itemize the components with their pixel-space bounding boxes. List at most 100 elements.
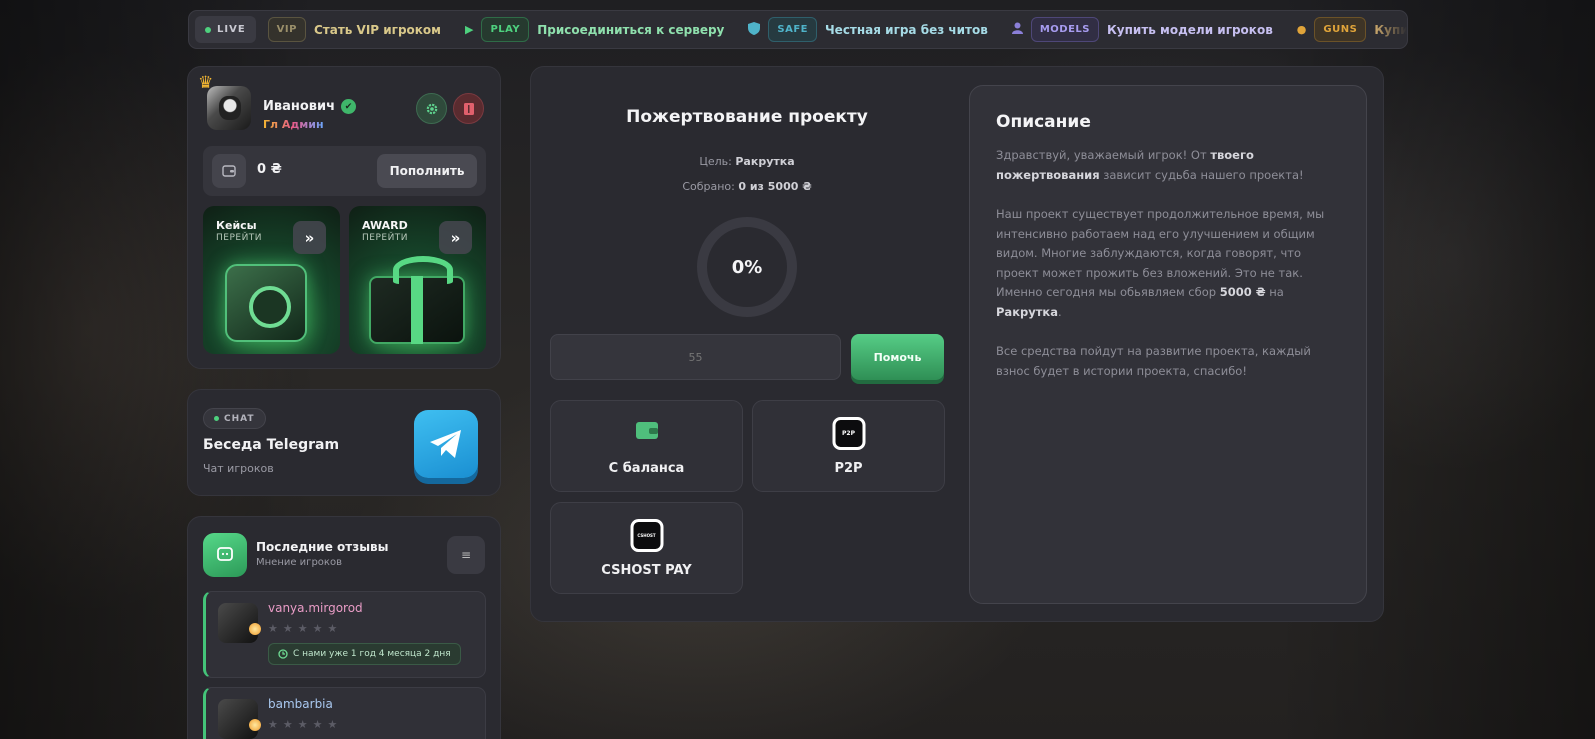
cshost-logo-icon: CSHOST — [630, 519, 663, 552]
description-text: зависит судьба нашего проекта! — [1099, 167, 1304, 182]
p2p-logo-icon: P2P — [832, 417, 865, 450]
balance-value: 0 ₴ — [257, 162, 282, 177]
review-name: vanya.mirgorod — [268, 601, 363, 615]
review-avatar — [218, 699, 261, 739]
donation-title: Пожертвование проекту — [626, 107, 868, 127]
gift-icon — [369, 256, 465, 344]
ticker-text-play: Присоединиться к серверу — [537, 22, 725, 37]
door-exit-icon — [463, 102, 474, 115]
double-chevron-right-icon: » — [304, 228, 315, 247]
user-role: Гл Админ — [263, 118, 324, 131]
telegram-title: Беседа Telegram — [203, 437, 340, 453]
ticker-tag-play: PLAY — [481, 17, 530, 42]
review-stars: ★★★★★ — [268, 718, 343, 731]
donation-collected: Собрано: 0 из 5000 ₴ — [531, 180, 963, 193]
description-paragraph-3: Все средства пойдут на развитие проекта,… — [996, 344, 1311, 378]
verified-icon: ✔ — [341, 99, 357, 114]
collected-label: Собрано: — [682, 180, 735, 193]
ticker-item-play[interactable]: ▶ PLAY Присоединиться к серверу — [465, 17, 724, 42]
description-bold: 5000 ₴ — [1219, 285, 1266, 300]
crown-icon: ♛ — [198, 73, 214, 93]
description-paragraph-2: Наш проект существует продолжительное вр… — [996, 205, 1341, 323]
ticker-item-guns[interactable]: ● GUNS Купить модели оружия — [1297, 17, 1408, 42]
reviews-sub: Мнение игроков — [256, 557, 342, 568]
wallet-icon — [212, 154, 246, 188]
award-sub: ПЕРЕЙТИ — [362, 233, 409, 243]
description-text: Здравствуй, уважаемый игрок! От — [996, 148, 1211, 162]
avatar[interactable] — [207, 86, 251, 130]
pay-cshost-button[interactable]: CSHOST CSHOST PAY — [550, 502, 743, 594]
goal-value: Ракрутка — [735, 155, 795, 168]
reviews-panel: Последние отзывы Мнение игроков ≡ vanya.… — [187, 516, 501, 739]
description-text: . — [1057, 304, 1062, 319]
ticker-tag-models: MODELS — [1030, 17, 1099, 42]
progress-percent: 0% — [731, 256, 763, 278]
play-icon: ▶ — [464, 23, 474, 36]
description-title: Описание — [996, 112, 1091, 132]
review-name: bambarbia — [268, 697, 333, 711]
safe-icon — [225, 264, 307, 342]
shield-icon — [748, 21, 761, 38]
amount-input[interactable] — [550, 334, 841, 380]
telegram-card[interactable]: CHAT Беседа Telegram Чат игроков — [187, 389, 501, 496]
live-badge: LIVE — [195, 16, 256, 43]
topup-button[interactable]: Пополнить — [377, 154, 477, 188]
ticker-tag-safe: SAFE — [768, 17, 817, 42]
review-stars: ★★★★★ — [268, 622, 343, 635]
donation-panel: Пожертвование проекту Цель: Ракрутка Соб… — [530, 66, 1384, 622]
reviews-title: Последние отзывы — [256, 540, 389, 554]
balance-bar: 0 ₴ Пополнить — [203, 146, 486, 196]
ticker-item-vip[interactable]: VIP Стать VIP игроком — [267, 17, 441, 42]
pay-p2p-button[interactable]: P2P P2P — [752, 400, 945, 492]
profile-panel: ♛ Иванович ✔ Гл Админ 0 ₴ Пополнить Кейс… — [187, 66, 501, 369]
chat-dot-icon — [214, 416, 219, 421]
help-button[interactable]: Помочь — [851, 334, 944, 380]
gear-icon — [426, 103, 437, 114]
description-bold: Ракрутка — [996, 304, 1058, 319]
ticker-text-safe: Честная игра без читов — [824, 22, 988, 37]
ticker-text-vip: Стать VIP игроком — [313, 22, 441, 37]
news-ticker: LIVE VIP Стать VIP игроком ▶ PLAY Присое… — [188, 10, 1408, 49]
ticker-text-guns: Купить модели оружия — [1374, 22, 1408, 37]
logout-button[interactable] — [453, 93, 484, 124]
review-item[interactable]: vanya.mirgorod ★★★★★ С нами уже 1 год 4 … — [203, 591, 486, 678]
award-card[interactable]: AWARD ПЕРЕЙТИ » — [349, 206, 486, 354]
award-arrow-button[interactable]: » — [439, 221, 472, 254]
description-paragraph-1: Здравствуй, уважаемый игрок! От твоего п… — [996, 146, 1341, 185]
settings-button[interactable] — [416, 93, 447, 124]
live-dot-icon — [205, 26, 211, 33]
ticker-tag-guns: GUNS — [1314, 17, 1367, 42]
chat-pill: CHAT — [203, 408, 266, 429]
p2p-logo-text: P2P — [832, 417, 865, 450]
ticker-tag-vip: VIP — [267, 17, 306, 42]
description-text: на — [1265, 285, 1284, 300]
list-icon: ≡ — [460, 548, 472, 562]
telegram-icon — [414, 410, 478, 478]
member-since-text: С нами уже 1 год 4 месяца 2 дня — [293, 649, 451, 659]
user-name-text: Иванович — [263, 99, 336, 114]
reviews-menu-button[interactable]: ≡ — [447, 536, 485, 574]
cases-arrow-button[interactable]: » — [293, 221, 326, 254]
pay-cshost-label: CSHOST PAY — [601, 563, 692, 578]
ticker-item-models[interactable]: MODELS Купить модели игроков — [1011, 17, 1273, 42]
double-chevron-right-icon: » — [450, 228, 461, 247]
wallet-icon — [635, 419, 659, 445]
telegram-sub: Чат игроков — [203, 462, 274, 475]
pay-p2p-label: P2P — [834, 461, 863, 476]
description-card: Описание Здравствуй, уважаемый игрок! От… — [969, 85, 1367, 604]
award-title: AWARD — [362, 219, 408, 232]
pay-from-balance-label: С баланса — [608, 461, 685, 476]
progress-ring: 0% — [697, 217, 797, 317]
chat-bubble-icon — [203, 533, 247, 577]
ticker-item-safe[interactable]: SAFE Честная игра без читов — [748, 17, 988, 42]
user-icon — [1011, 22, 1023, 37]
cases-title: Кейсы — [216, 219, 257, 232]
ticker-text-models: Купить модели игроков — [1106, 22, 1273, 37]
pay-from-balance-button[interactable]: С баланса — [550, 400, 743, 492]
goal-label: Цель: — [699, 155, 732, 168]
user-name: Иванович ✔ — [263, 99, 357, 114]
cases-card[interactable]: Кейсы ПЕРЕЙТИ » — [203, 206, 340, 354]
live-label: LIVE — [217, 24, 246, 35]
member-since-badge: С нами уже 1 год 4 месяца 2 дня — [268, 643, 461, 665]
review-item[interactable]: bambarbia ★★★★★ — [203, 687, 486, 739]
